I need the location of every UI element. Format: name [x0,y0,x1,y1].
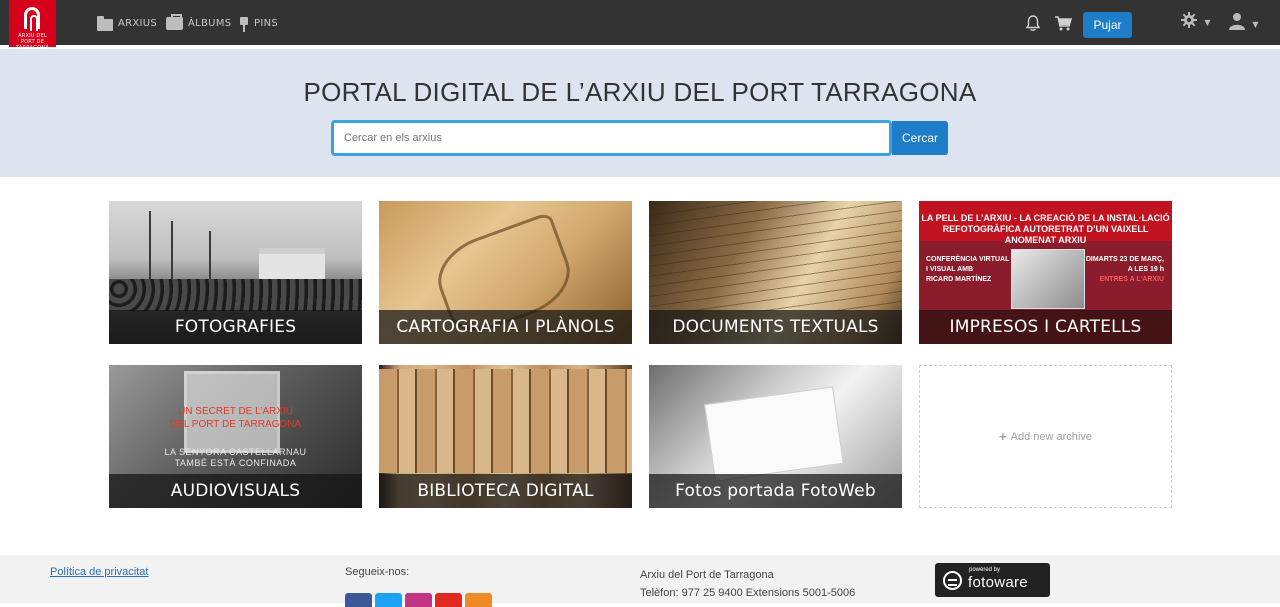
page-title: PORTAL DIGITAL DE L’ARXIU DEL PORT TARRA… [303,77,977,107]
rss-icon[interactable] [465,593,492,607]
archive-tile-impresos[interactable]: LA PELL DE L’ARXIU - LA CREACIÓ DE LA IN… [919,201,1172,344]
chevron-down-icon: ▼ [1252,20,1259,29]
poster-heading-line1: LA PELL DE L’ARXIU - LA CREACIÓ DE LA IN… [921,213,1170,223]
upload-button[interactable]: Pujar [1083,12,1132,38]
nav-arxius[interactable]: ARXIUS [97,0,157,47]
search-button[interactable]: Cercar [892,121,948,155]
bell-icon[interactable] [1025,15,1041,32]
archive-tile-label: IMPRESOS I CARTELLS [919,310,1172,344]
chevron-down-icon: ▼ [1204,18,1211,27]
archive-tile-documents[interactable]: DOCUMENTS TEXTUALS [649,201,902,344]
fotoware-badge[interactable]: powered by fotoware [935,563,1050,597]
fotoware-logo-icon [943,571,962,590]
handwriting-graphic [649,201,902,311]
archive-tile-biblioteca[interactable]: BIBLIOTECA DIGITAL [379,365,632,508]
archive-tile-label: AUDIOVISUALS [109,474,362,508]
archive-tile-fotoweb[interactable]: Fotos portada FotoWeb [649,365,902,508]
nav-albums-label: ÀLBUMS [188,18,232,29]
twitter-icon[interactable] [375,593,402,607]
book-page-graphic [704,386,844,482]
site-logo[interactable]: ARXIU DEL PORT DE TARRAGONA [9,0,56,51]
poster-left-text: CONFERÈNCIA VIRTUAL I VISUAL AMB RICARD … [926,255,1009,285]
audiovisual-red-line1: UN SECRET DE L’ARXIU [178,406,293,417]
cart-icon[interactable] [1054,14,1073,32]
warehouse-graphic [259,248,325,280]
facebook-icon[interactable] [345,593,372,607]
barrels-graphic [109,279,362,311]
poster-right-line1: DIMARTS 23 DE MARÇ, [1085,256,1164,263]
poster-right-line3: ENTRES A L’ARXIU [1099,276,1164,283]
briefcase-icon [166,14,183,30]
youtube-icon[interactable] [435,593,462,607]
add-archive-label: Add new archive [1010,430,1092,443]
archive-tile-label: FOTOGRAFIES [109,310,362,344]
org-name: Arxiu del Port de Tarragona [640,569,774,581]
add-archive-button[interactable]: + Add new archive [919,365,1172,508]
social-links [345,593,492,607]
nav-arxius-label: ARXIUS [118,18,158,29]
book-spines-graphic [379,369,632,473]
pin-icon [239,16,249,32]
gear-icon[interactable]: ▼ [1181,12,1211,33]
audiovisual-red-line2: DEL PORT DE TARRAGONA [169,419,302,430]
ship-mast-graphic [171,221,173,281]
archive-tile-fotografies[interactable]: FOTOGRAFIES [109,201,362,344]
archive-tile-audiovisuals[interactable]: UN SECRET DE L’ARXIU DEL PORT DE TARRAGO… [109,365,362,508]
privacy-policy-link[interactable]: Política de privacitat [50,566,148,578]
follow-us-label: Segueix-nos: [345,566,410,578]
nav-albums[interactable]: ÀLBUMS [166,0,231,47]
poster-left-line3: RICARD MARTÍNEZ [926,276,992,283]
logo-arch-icon [24,7,40,31]
poster-left-line2: I VISUAL AMB [926,266,974,273]
audiovisual-white-line2: TAMBÉ ESTÀ CONFINADA [174,458,297,468]
nav-pins[interactable]: PINS [239,0,278,47]
footer: Política de privacitat Segueix-nos: Arxi… [0,555,1280,607]
poster-right-text: DIMARTS 23 DE MARÇ, A LES 19 h ENTRES A … [1086,255,1164,285]
poster-right-line2: A LES 19 h [1127,266,1164,273]
archive-tile-cartografia[interactable]: CARTOGRAFIA I PLÀNOLS [379,201,632,344]
ship-mast-graphic [209,231,211,281]
folder-icon [97,15,113,31]
contact-info: Arxiu del Port de Tarragona Telèfon: 977… [640,566,855,602]
hero-banner: PORTAL DIGITAL DE L’ARXIU DEL PORT TARRA… [0,49,1280,177]
plus-icon: + [999,429,1007,444]
fotoware-badge-small: powered by [969,567,1001,573]
poster-heading-line2: REFOTOGRÀFICA AUTORETRAT D’UN VAIXELL AN… [942,224,1149,245]
nav-pins-label: PINS [254,18,279,29]
phone-number: Telèfon: 977 25 9400 Extensions 5001-500… [640,587,856,599]
search-input[interactable] [331,120,892,156]
ship-mast-graphic [149,211,151,281]
user-icon[interactable]: ▼ [1229,12,1259,36]
archive-tile-label: DOCUMENTS TEXTUALS [649,310,902,344]
archive-tile-label: CARTOGRAFIA I PLÀNOLS [379,310,632,344]
archive-tile-label: Fotos portada FotoWeb [649,474,902,508]
audiovisual-red-text: UN SECRET DE L’ARXIU DEL PORT DE TARRAGO… [109,405,362,431]
archive-tile-label: BIBLIOTECA DIGITAL [379,474,632,508]
fotoware-badge-big: fotoware [968,574,1028,591]
instagram-icon[interactable] [405,593,432,607]
poster-heading: LA PELL DE L’ARXIU - LA CREACIÓ DE LA IN… [919,213,1172,246]
audiovisual-white-text: LA SENYORA CASTELLARNAU TAMBÉ ESTÀ CONFI… [109,447,362,469]
audiovisual-white-line1: LA SENYORA CASTELLARNAU [164,447,307,457]
poster-left-line1: CONFERÈNCIA VIRTUAL [926,256,1010,263]
poster-building-graphic [1011,249,1085,309]
top-navbar: ARXIU DEL PORT DE TARRAGONA ARXIUS ÀLBUM… [0,0,1280,51]
